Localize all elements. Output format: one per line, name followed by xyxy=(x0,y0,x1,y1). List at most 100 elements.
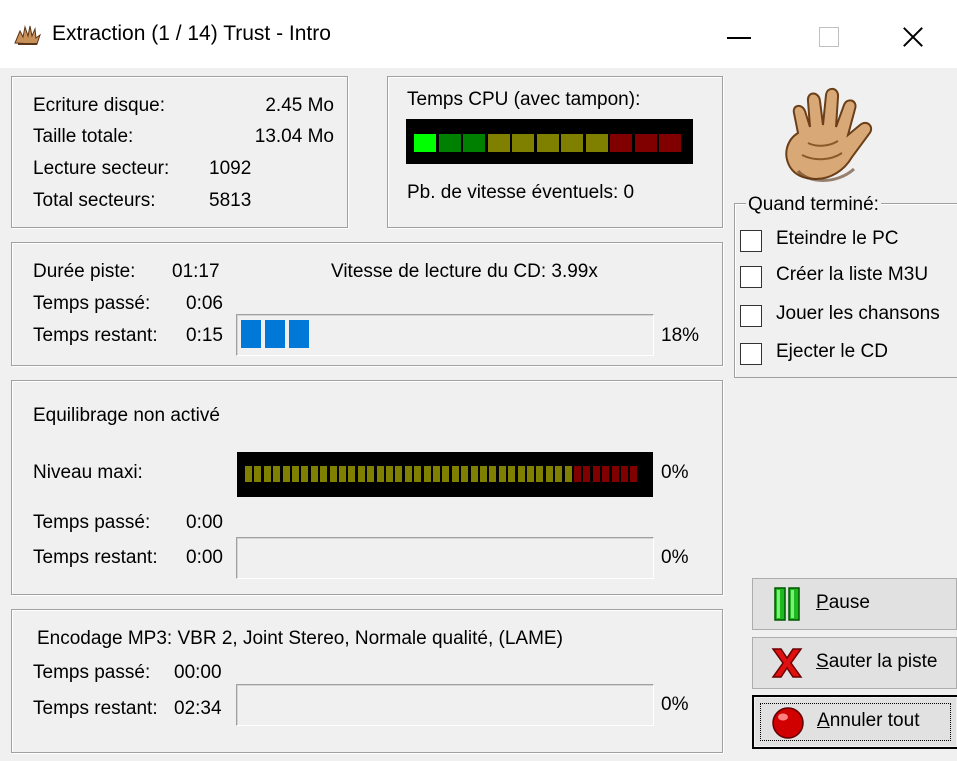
checkbox-label: Ejecter le CD xyxy=(776,341,888,362)
cpu-meter-segment xyxy=(512,134,534,152)
level-meter-segment xyxy=(583,466,591,482)
cancel-all-label: Annuler tout xyxy=(817,710,920,731)
close-icon[interactable] xyxy=(889,14,935,58)
stop-ball-icon xyxy=(772,707,804,739)
level-meter-segment xyxy=(320,466,328,482)
total-sectors-label: Total secteurs: xyxy=(33,190,156,211)
level-meter-segment xyxy=(273,466,281,482)
minimize-icon[interactable] xyxy=(717,14,763,58)
level-meter-segment xyxy=(282,466,290,482)
level-meter-segment xyxy=(461,466,469,482)
maximize-icon[interactable] xyxy=(805,14,851,58)
level-meter-segment xyxy=(367,466,375,482)
level-meter-segment xyxy=(386,466,393,482)
level-text: 0% xyxy=(661,462,689,483)
level-meter-segment xyxy=(545,466,553,482)
level-meter-segment xyxy=(339,466,346,482)
cancel-all-button[interactable]: Annuler tout xyxy=(752,695,957,749)
encode-remaining-value: 02:34 xyxy=(174,698,222,719)
pause-button[interactable]: Pause xyxy=(752,578,957,630)
total-size-label: Taille totale: xyxy=(33,126,134,147)
title-bar: Extraction (1 / 14) Trust - Intro xyxy=(0,0,957,68)
level-meter-segment xyxy=(442,466,450,482)
cpu-meter-segment xyxy=(561,134,583,152)
level-meter-segment xyxy=(451,466,459,482)
progress-block xyxy=(289,320,309,348)
level-meter-segment xyxy=(433,466,440,482)
track-duration-label: Durée piste: xyxy=(33,261,136,282)
red-x-icon xyxy=(771,648,803,678)
skip-track-button[interactable]: Sauter la piste xyxy=(752,637,957,689)
cd-speed-text: Vitesse de lecture du CD: 3.99x xyxy=(331,261,598,282)
app-hand-icon xyxy=(14,25,41,45)
level-meter-segment xyxy=(508,466,516,482)
encode-elapsed-label: Temps passé: xyxy=(33,662,151,683)
normalize-status: Equilibrage non activé xyxy=(33,405,220,426)
level-meter-segment xyxy=(602,466,610,482)
cpu-meter-segment xyxy=(659,134,681,152)
level-meter-segment xyxy=(480,466,487,482)
track-progress-text: 18% xyxy=(661,325,700,346)
hand-logo xyxy=(785,87,873,182)
total-sectors-value: 5813 xyxy=(209,190,252,211)
checkbox-square[interactable] xyxy=(740,343,762,365)
level-meter-segment xyxy=(357,466,365,482)
cpu-meter-segment xyxy=(536,134,559,152)
normalize-remaining-label: Temps restant: xyxy=(33,547,158,568)
level-meter-segment xyxy=(536,466,544,482)
disk-write-value: 2.45 Mo xyxy=(265,95,334,116)
encode-remaining-label: Temps restant: xyxy=(33,698,158,719)
skip-track-label: Sauter la piste xyxy=(816,651,938,672)
cpu-meter-segment xyxy=(634,134,657,152)
disk-write-label: Ecriture disque: xyxy=(33,95,166,116)
cpu-meter-segment xyxy=(487,134,510,152)
track-duration-value: 01:17 xyxy=(172,261,220,282)
cpu-meter-segment xyxy=(438,134,461,152)
sector-read-label: Lecture secteur: xyxy=(33,158,170,179)
level-meter-segment xyxy=(527,466,534,482)
level-meter-segment xyxy=(621,466,628,482)
normalize-remaining-value: 0:00 xyxy=(186,547,223,568)
level-meter-segment xyxy=(630,466,638,482)
pause-label: Pause xyxy=(816,592,870,613)
level-meter-segment xyxy=(564,466,572,482)
level-meter-segment xyxy=(517,466,525,482)
progress-block xyxy=(265,320,285,348)
normalize-elapsed-value: 0:00 xyxy=(186,512,223,533)
speed-issues-text: Pb. de vitesse éventuels: 0 xyxy=(407,182,635,203)
total-size-value: 13.04 Mo xyxy=(254,126,334,147)
progress-block xyxy=(241,320,261,348)
track-remaining-label: Temps restant: xyxy=(33,325,158,346)
window-title: Extraction (1 / 14) Trust - Intro xyxy=(52,22,331,45)
level-label: Niveau maxi: xyxy=(33,462,143,483)
checkbox-square[interactable] xyxy=(740,305,762,327)
normalize-progress-bar xyxy=(236,537,654,579)
level-meter-segment xyxy=(245,466,252,482)
normalize-progress-text: 0% xyxy=(661,547,689,568)
level-meter-segment xyxy=(592,466,600,482)
level-meter-segment xyxy=(310,466,318,482)
level-meter-segment xyxy=(263,466,271,482)
checkbox-square[interactable] xyxy=(740,266,762,288)
level-meter-segment xyxy=(376,466,384,482)
level-meter-segment xyxy=(470,466,478,482)
level-meter-segment xyxy=(555,466,563,482)
checkbox-label: Eteindre le PC xyxy=(776,228,899,249)
cpu-meter-segment xyxy=(414,134,436,152)
cpu-meter-segment xyxy=(610,134,632,152)
level-meter xyxy=(237,452,653,497)
level-meter-segment xyxy=(574,466,581,482)
pause-icon xyxy=(774,587,800,621)
level-meter-segment xyxy=(611,466,619,482)
encode-progress-bar xyxy=(236,684,654,726)
level-meter-segment xyxy=(498,466,506,482)
level-meter-segment xyxy=(423,466,431,482)
encode-elapsed-value: 00:00 xyxy=(174,662,222,683)
level-meter-segment xyxy=(301,466,309,482)
track-remaining-value: 0:15 xyxy=(186,325,223,346)
level-meter-segment xyxy=(329,466,337,482)
track-elapsed-label: Temps passé: xyxy=(33,293,151,314)
checkbox-square[interactable] xyxy=(740,230,762,252)
level-meter-segment xyxy=(489,466,497,482)
track-elapsed-value: 0:06 xyxy=(186,293,223,314)
